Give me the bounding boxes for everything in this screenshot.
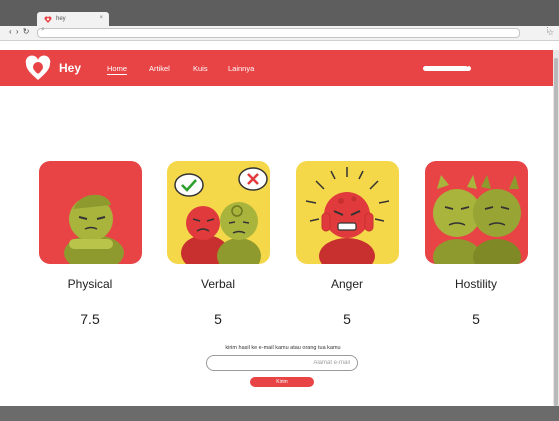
- browser-tab-title: hey: [56, 16, 66, 22]
- search-icon: ⌕: [41, 26, 45, 33]
- browser-titlebar: hey ×: [0, 0, 559, 26]
- verbal-illustration: [167, 161, 270, 264]
- score-anger: 5: [343, 311, 351, 327]
- search-icon: ●: [465, 63, 469, 69]
- heart-face-icon[interactable]: [24, 54, 52, 82]
- anger-illustration: [296, 161, 399, 264]
- card-physical[interactable]: [39, 161, 142, 264]
- browser-toolbar: ‹ › ↻ ⌕ ☆ ⋮: [0, 26, 559, 41]
- card-label-hostility: Hostility: [454, 277, 497, 291]
- browser-nav-buttons[interactable]: ‹ › ↻: [9, 27, 30, 36]
- brand-name: Hey: [59, 61, 82, 75]
- nav-home[interactable]: Home: [107, 64, 128, 75]
- nav-kuis[interactable]: Kuis: [193, 64, 208, 73]
- card-anger[interactable]: [296, 161, 399, 264]
- site-header: Hey Home Artikel Kuis Lainnya ●: [0, 50, 553, 86]
- header-search-input[interactable]: ●: [423, 63, 471, 71]
- score-hostility: 5: [472, 311, 480, 327]
- bottom-bar: [0, 406, 559, 421]
- scrollbar-thumb[interactable]: [554, 58, 558, 406]
- heart-face-icon: [44, 15, 52, 23]
- card-label-physical: Physical: [67, 277, 113, 291]
- card-verbal[interactable]: [167, 161, 270, 264]
- browser-tab[interactable]: hey ×: [37, 12, 109, 26]
- score-physical: 7.5: [80, 311, 100, 327]
- hostility-illustration: [425, 161, 528, 264]
- close-icon[interactable]: ×: [99, 15, 103, 21]
- score-verbal: 5: [214, 311, 222, 327]
- email-prompt: kirim hasil ke e-mail kamu atau orang tu…: [225, 345, 341, 351]
- physical-illustration: [39, 161, 142, 264]
- address-bar[interactable]: ⌕ ☆: [37, 26, 554, 38]
- card-hostility[interactable]: [425, 161, 528, 264]
- card-label-verbal: Verbal: [200, 277, 236, 291]
- card-label-anger: Anger: [330, 277, 364, 291]
- nav-artikel[interactable]: Artikel: [149, 64, 170, 73]
- nav-lainnya[interactable]: Lainnya: [228, 64, 254, 73]
- menu-dots-icon[interactable]: ⋮: [544, 26, 551, 34]
- email-field[interactable]: [206, 355, 358, 371]
- send-button[interactable]: Kirim: [250, 377, 314, 387]
